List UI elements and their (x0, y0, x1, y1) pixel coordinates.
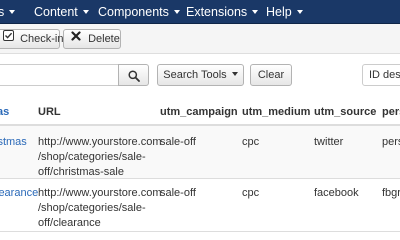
nav-menu-components[interactable]: Components (98, 0, 180, 24)
checkin-label: Check-in (20, 33, 64, 45)
nav-menu-extensions[interactable]: Extensions (186, 0, 259, 24)
delete-button[interactable]: Delete (63, 29, 121, 49)
row-name-link[interactable]: istmas (0, 135, 27, 150)
column-header-url: URL (38, 106, 61, 118)
column-header-name[interactable]: as (0, 106, 9, 118)
nav-menu-help[interactable]: Help (266, 0, 303, 24)
nav-menu-label: Components (98, 5, 169, 19)
search-tools-label: Search Tools (163, 69, 227, 81)
clear-button[interactable]: Clear (250, 64, 292, 86)
close-icon (71, 29, 81, 47)
nav-menu-label: s (0, 5, 5, 19)
nav-menu-label: Extensions (186, 5, 248, 19)
search-input[interactable] (0, 64, 118, 86)
chevron-down-icon (82, 9, 89, 14)
table-row: istmas http://www.yourstore.com /shop/ca… (0, 126, 400, 179)
checkbox-icon (3, 29, 14, 47)
url-line: off/christmas-sale (38, 166, 124, 178)
search-button[interactable] (118, 64, 149, 86)
column-header-utm-campaign: utm_campaign (160, 106, 238, 118)
row-extra: fbgr (382, 187, 400, 199)
chevron-down-icon (252, 9, 259, 14)
chevron-down-icon (231, 72, 238, 77)
table-row: learance http://www.yourstore.com /shop/… (0, 179, 400, 232)
row-utm-campaign: sale-off (160, 136, 196, 148)
url-line: /shop/categories/sale- (38, 202, 146, 214)
url-line: http://www.yourstore.com (38, 187, 162, 199)
url-line: /shop/categories/sale- (38, 151, 146, 163)
nav-menu-content[interactable]: Content (34, 0, 89, 24)
checkin-button[interactable]: Check-in (0, 29, 64, 49)
nav-menu-label: Help (266, 5, 292, 19)
chevron-down-icon (173, 9, 180, 14)
column-header-utm-medium: utm_medium (242, 106, 311, 118)
row-utm-source: twitter (314, 136, 344, 148)
search-tools-button[interactable]: Search Tools (157, 64, 244, 86)
top-navbar: s Content Components Extensions Help (0, 0, 400, 24)
table-header: as URL utm_campaign utm_medium utm_sourc… (0, 98, 400, 126)
row-url: http://www.yourstore.com /shop/categorie… (38, 186, 162, 231)
column-header-extra: pers (382, 106, 400, 118)
sort-select-value: ID desc (369, 69, 400, 81)
admin-page: s Content Components Extensions Help Che… (0, 0, 400, 240)
clear-label: Clear (257, 69, 285, 81)
row-utm-campaign: sale-off (160, 187, 196, 199)
row-utm-medium: cpc (242, 136, 260, 148)
search-icon (128, 69, 140, 87)
nav-menu-label: Content (34, 5, 78, 19)
row-extra: pers (382, 136, 400, 148)
chevron-down-icon (9, 9, 16, 14)
nav-menu-users[interactable]: s (0, 0, 16, 24)
toolbar: Check-in Delete (0, 24, 400, 54)
row-utm-source: facebook (314, 187, 359, 199)
url-line: http://www.yourstore.com (38, 136, 162, 148)
sort-select[interactable]: ID desc (362, 64, 400, 86)
row-url: http://www.yourstore.com /shop/categorie… (38, 135, 162, 180)
column-header-utm-source: utm_source (314, 106, 377, 118)
delete-label: Delete (88, 33, 120, 45)
chevron-down-icon (296, 9, 303, 14)
url-line: off/clearance (38, 217, 101, 229)
row-utm-medium: cpc (242, 187, 260, 199)
row-name-link[interactable]: learance (0, 186, 38, 201)
